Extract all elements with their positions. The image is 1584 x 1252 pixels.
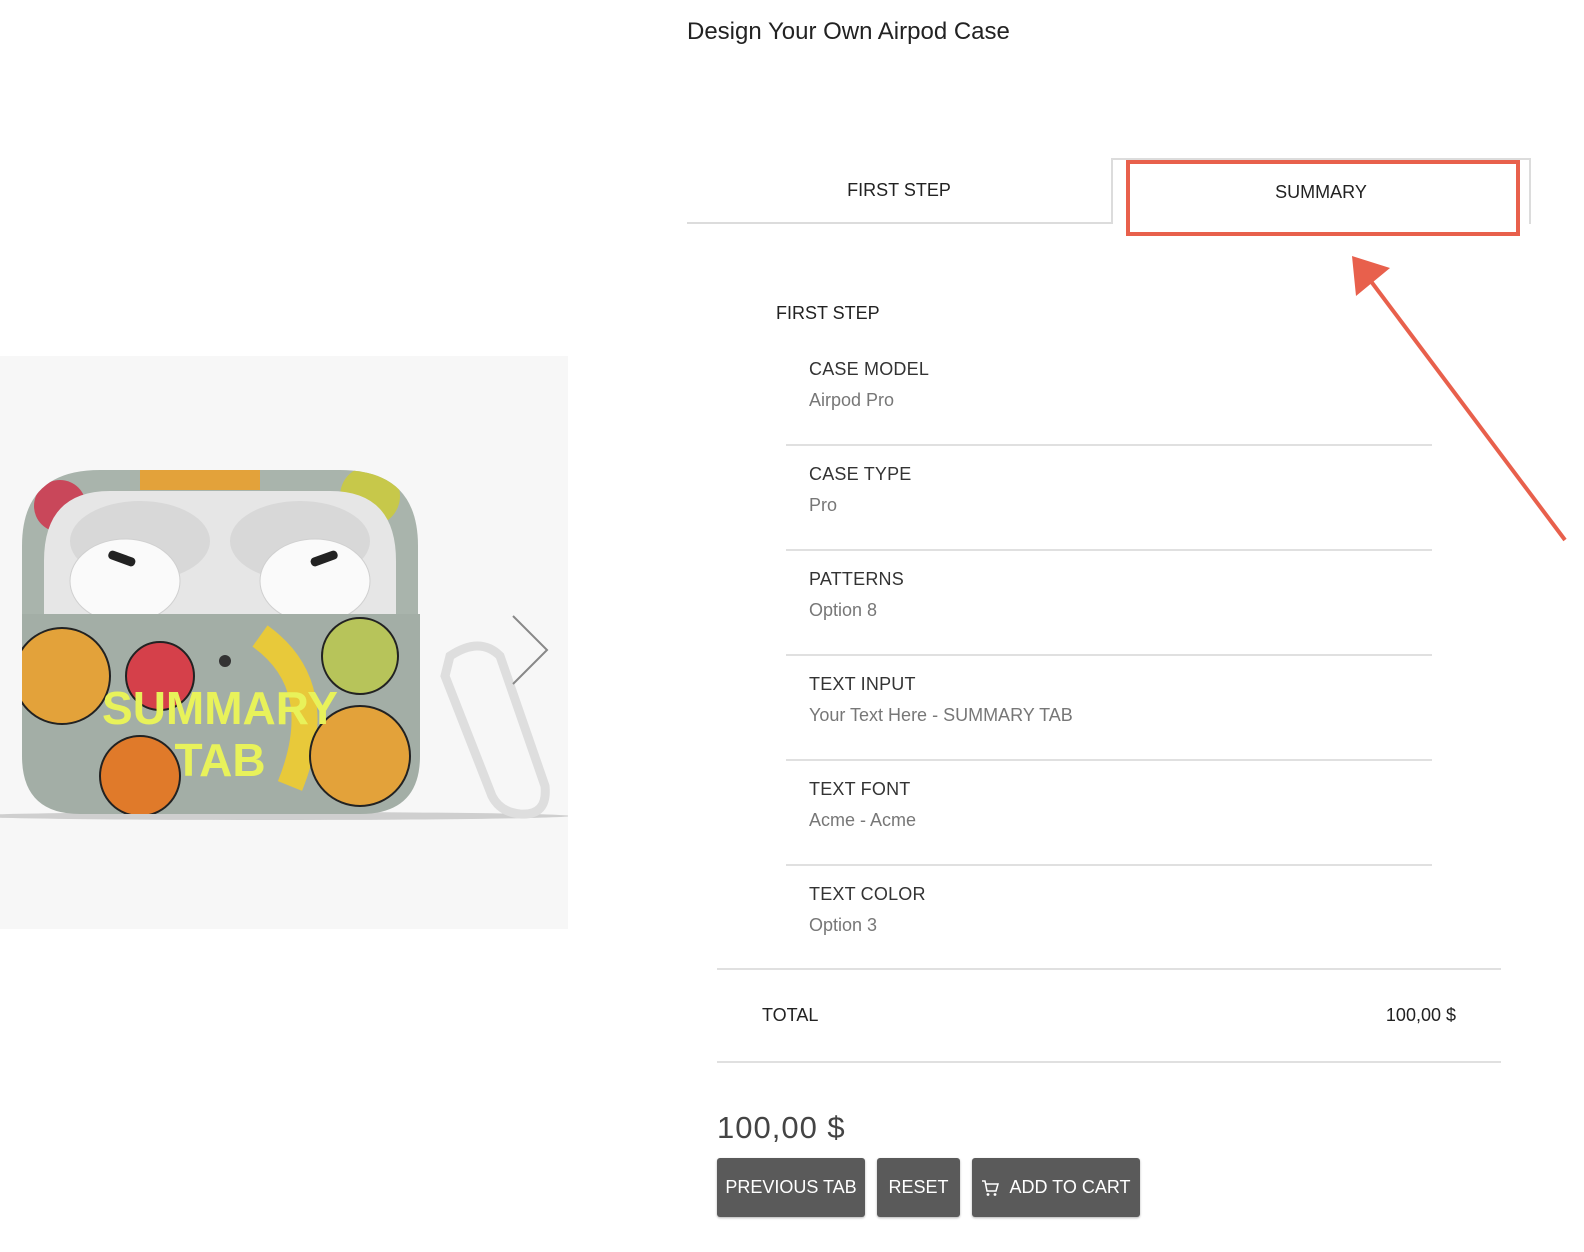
case-text-line2: TAB xyxy=(174,734,265,786)
cart-icon xyxy=(981,1179,1000,1197)
summary-row-patterns: PATTERNS Option 8 xyxy=(786,551,1432,656)
summary-row-case-model: CASE MODEL Airpod Pro xyxy=(786,341,1432,446)
summary-row-label: TEXT INPUT xyxy=(809,674,916,694)
total-row: TOTAL 100,00 $ xyxy=(717,968,1501,1063)
total-label: TOTAL xyxy=(762,1005,819,1025)
summary-step-heading: FIRST STEP xyxy=(776,303,880,323)
add-to-cart-button[interactable]: ADD TO CART xyxy=(972,1158,1140,1217)
product-image: SUMMARY TAB xyxy=(0,356,568,929)
summary-row-text-color: TEXT COLOR Option 3 xyxy=(786,866,1432,971)
summary-row-text-input: TEXT INPUT Your Text Here - SUMMARY TAB xyxy=(786,656,1432,761)
step-tabs: FIRST STEP SUMMARY xyxy=(687,158,1531,224)
price-display: 100,00 $ xyxy=(717,1110,846,1145)
summary-row-value: Option 8 xyxy=(809,600,878,620)
tab-summary[interactable]: SUMMARY xyxy=(1111,158,1531,224)
summary-row-label: TEXT COLOR xyxy=(809,884,926,904)
case-text-line1: SUMMARY xyxy=(102,682,338,734)
summary-row-label: CASE TYPE xyxy=(809,464,912,484)
summary-row-value: Your Text Here - SUMMARY TAB xyxy=(809,705,1073,725)
chevron-right-icon[interactable] xyxy=(505,612,555,688)
add-to-cart-label: ADD TO CART xyxy=(1009,1177,1131,1197)
summary-row-label: PATTERNS xyxy=(809,569,904,589)
summary-row-value: Airpod Pro xyxy=(809,390,895,410)
tab-first-step[interactable]: FIRST STEP xyxy=(687,158,1111,224)
summary-row-text-font: TEXT FONT Acme - Acme xyxy=(786,761,1432,866)
summary-row-value: Option 3 xyxy=(809,915,878,935)
summary-row-label: CASE MODEL xyxy=(809,359,930,379)
arrow-head-icon xyxy=(1352,256,1390,296)
airpod-case-illustration: SUMMARY TAB xyxy=(0,470,568,820)
previous-tab-button[interactable]: PREVIOUS TAB xyxy=(717,1158,865,1217)
summary-list: CASE MODEL Airpod Pro CASE TYPE Pro PATT… xyxy=(786,341,1432,971)
reset-button[interactable]: RESET xyxy=(877,1158,960,1217)
total-value: 100,00 $ xyxy=(1385,1005,1456,1025)
summary-row-value: Acme - Acme xyxy=(809,810,917,830)
summary-row-value: Pro xyxy=(809,495,838,515)
summary-row-case-type: CASE TYPE Pro xyxy=(786,446,1432,551)
summary-row-label: TEXT FONT xyxy=(809,779,911,799)
page-title: Design Your Own Airpod Case xyxy=(687,18,1010,45)
